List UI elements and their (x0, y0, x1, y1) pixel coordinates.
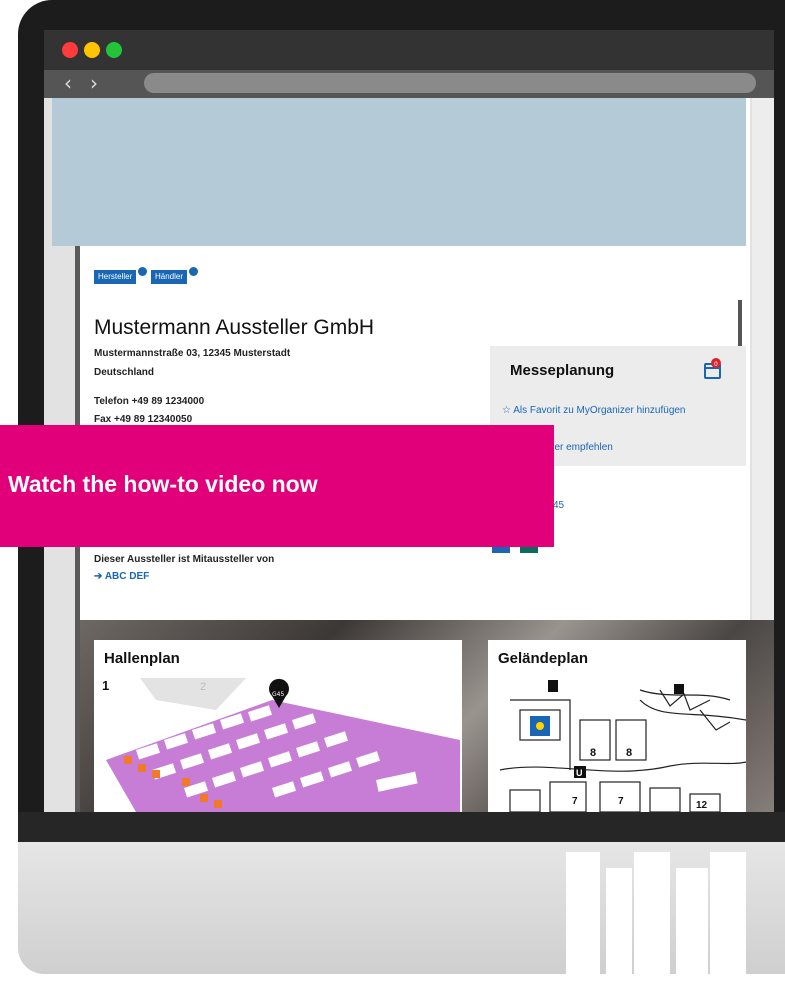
subway-sign-label: U (576, 768, 583, 778)
badge-manufacturer[interactable]: Hersteller (94, 270, 137, 284)
exhibitor-address: Mustermannstraße 03, 12345 Musterstadt (94, 348, 291, 359)
stand-cutout-3 (634, 852, 670, 974)
hall-plan-title: Hallenplan (104, 650, 180, 667)
exhibitor-phone: Telefon +49 89 1234000 (94, 396, 205, 407)
stand-cutout-1 (566, 852, 600, 974)
add-favorite-link[interactable]: ☆ Als Favorit zu MyOrganizer hinzufügen (502, 405, 686, 416)
neighbor-hall-number: 2 (200, 681, 206, 693)
stand-cutout-5 (710, 852, 746, 974)
fair-planning-title: Messeplanung (510, 362, 615, 379)
badge-info-icon (137, 266, 148, 277)
add-favorite-label: Als Favorit zu MyOrganizer hinzufügen (513, 405, 686, 416)
badge-info-icon (188, 266, 199, 277)
maximize-window-button[interactable] (106, 42, 122, 58)
hall-label-8b: 8 (626, 747, 632, 759)
arrow-circle-icon: ➔ (94, 571, 103, 582)
parking-sign-icon (674, 684, 684, 694)
exhibitor-name: Mustermann Aussteller GmbH (94, 316, 375, 339)
monitor-lower-edge (18, 812, 785, 844)
address-bar[interactable] (144, 73, 756, 93)
back-arrow-icon[interactable]: ‹ (64, 70, 72, 96)
site-plan-title: Geländeplan (498, 650, 589, 667)
site-plan-lines (499, 689, 746, 812)
exhibitor-country: Deutschland (94, 367, 155, 378)
parking-sign-icon (548, 680, 558, 692)
recommend-exhibitor-link[interactable]: ller empfehlen (550, 442, 613, 453)
planner-calendar-icon[interactable]: 0 (704, 358, 722, 380)
stand-number-link[interactable]: 45 (553, 500, 564, 511)
hall-plan-map[interactable]: 1 2 G45 (96, 670, 460, 812)
hall-label-8a: 8 (590, 747, 596, 759)
badge-dealer[interactable]: Händler (151, 270, 188, 284)
minimize-window-button[interactable] (84, 42, 100, 58)
hall-label-12: 12 (696, 800, 708, 811)
hall-number: 1 (102, 678, 109, 693)
close-window-button[interactable] (62, 42, 78, 58)
coexhibitor-label: Dieser Aussteller ist Mitaussteller von (94, 554, 275, 565)
hall-label-7a: 7 (572, 796, 578, 807)
planner-count: 0 (714, 361, 718, 368)
stand-cutout-4 (676, 868, 708, 990)
browser-titlebar (44, 30, 774, 70)
coexhibitor-link-label: ABC DEF (104, 571, 150, 582)
neighbor-hall-shape (140, 678, 246, 710)
exhibitor-banner-image (52, 98, 746, 246)
forward-arrow-icon[interactable]: › (90, 70, 98, 96)
stand-cutout-2 (606, 868, 632, 990)
hall-label-7b: 7 (618, 796, 624, 807)
stand-marker-label: G45 (272, 691, 284, 698)
how-to-video-cta-label: Watch the how-to video now (8, 471, 318, 497)
exhibitor-fax: Fax +49 89 12340050 (94, 414, 193, 425)
star-icon: ☆ (502, 405, 511, 416)
site-plan-map[interactable]: 8 8 7 7 12 U (490, 670, 746, 812)
entrance-sign-dot (536, 722, 544, 730)
coexhibitor-link[interactable]: ➔ ABC DEF (94, 571, 149, 582)
